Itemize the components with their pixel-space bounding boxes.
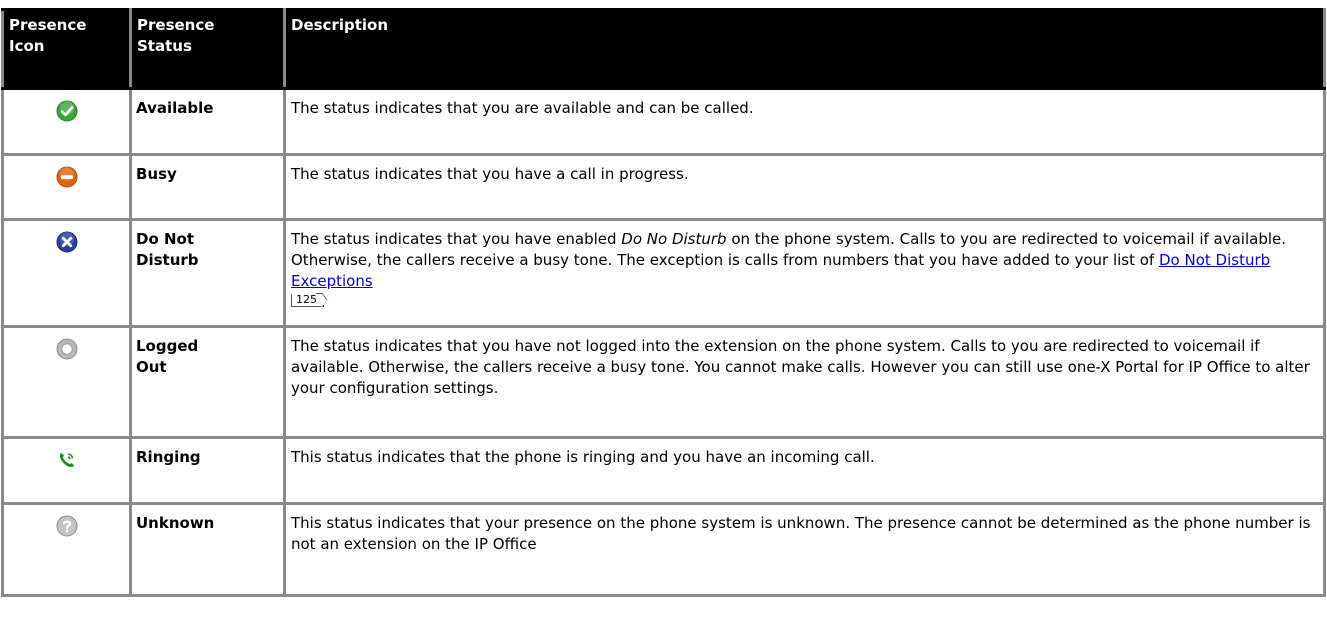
status-label: Logged Out xyxy=(129,325,286,439)
status-description: The status indicates that you have a cal… xyxy=(283,153,1326,221)
status-description: The status indicates that you have enabl… xyxy=(283,218,1326,328)
table-row: Busy The status indicates that you have … xyxy=(1,153,1326,221)
status-label: Unknown xyxy=(129,502,286,597)
table-row: Do Not Disturb The status indicates that … xyxy=(1,218,1326,328)
table-row: Unknown This status indicates that your … xyxy=(1,502,1326,597)
header-description: Description xyxy=(283,8,1326,90)
status-description: This status indicates that your presence… xyxy=(283,502,1326,597)
presence-status-table: Presence Icon Presence Status Description … xyxy=(1,8,1326,597)
status-label: Available xyxy=(129,87,286,156)
table-row: Ringing This status indicates that the p… xyxy=(1,436,1326,505)
status-description: The status indicates that you are availa… xyxy=(283,87,1326,156)
minus-circle-icon xyxy=(56,166,77,188)
phone-ringing-icon xyxy=(59,453,74,468)
status-label: Do Not Disturb xyxy=(129,218,286,328)
italic-term: Do No Disturb xyxy=(621,230,727,248)
header-presence-status: Presence Status xyxy=(129,8,286,90)
status-label: Ringing xyxy=(129,436,286,505)
table-row: Available The status indicates that you … xyxy=(1,87,1326,156)
check-circle-icon xyxy=(56,100,77,122)
x-circle-icon xyxy=(56,231,77,253)
status-label: Busy xyxy=(129,153,286,221)
header-presence-icon: Presence Icon xyxy=(1,8,132,90)
table-row: Logged Out The status indicates that you … xyxy=(1,325,1326,439)
page-reference[interactable]: 125 xyxy=(291,294,321,307)
table-header-row: Presence Icon Presence Status Description xyxy=(1,8,1326,90)
question-circle-icon xyxy=(56,515,77,537)
status-description: This status indicates that the phone is … xyxy=(283,436,1326,505)
empty-circle-icon xyxy=(56,338,77,360)
status-description: The status indicates that you have not l… xyxy=(283,325,1326,439)
